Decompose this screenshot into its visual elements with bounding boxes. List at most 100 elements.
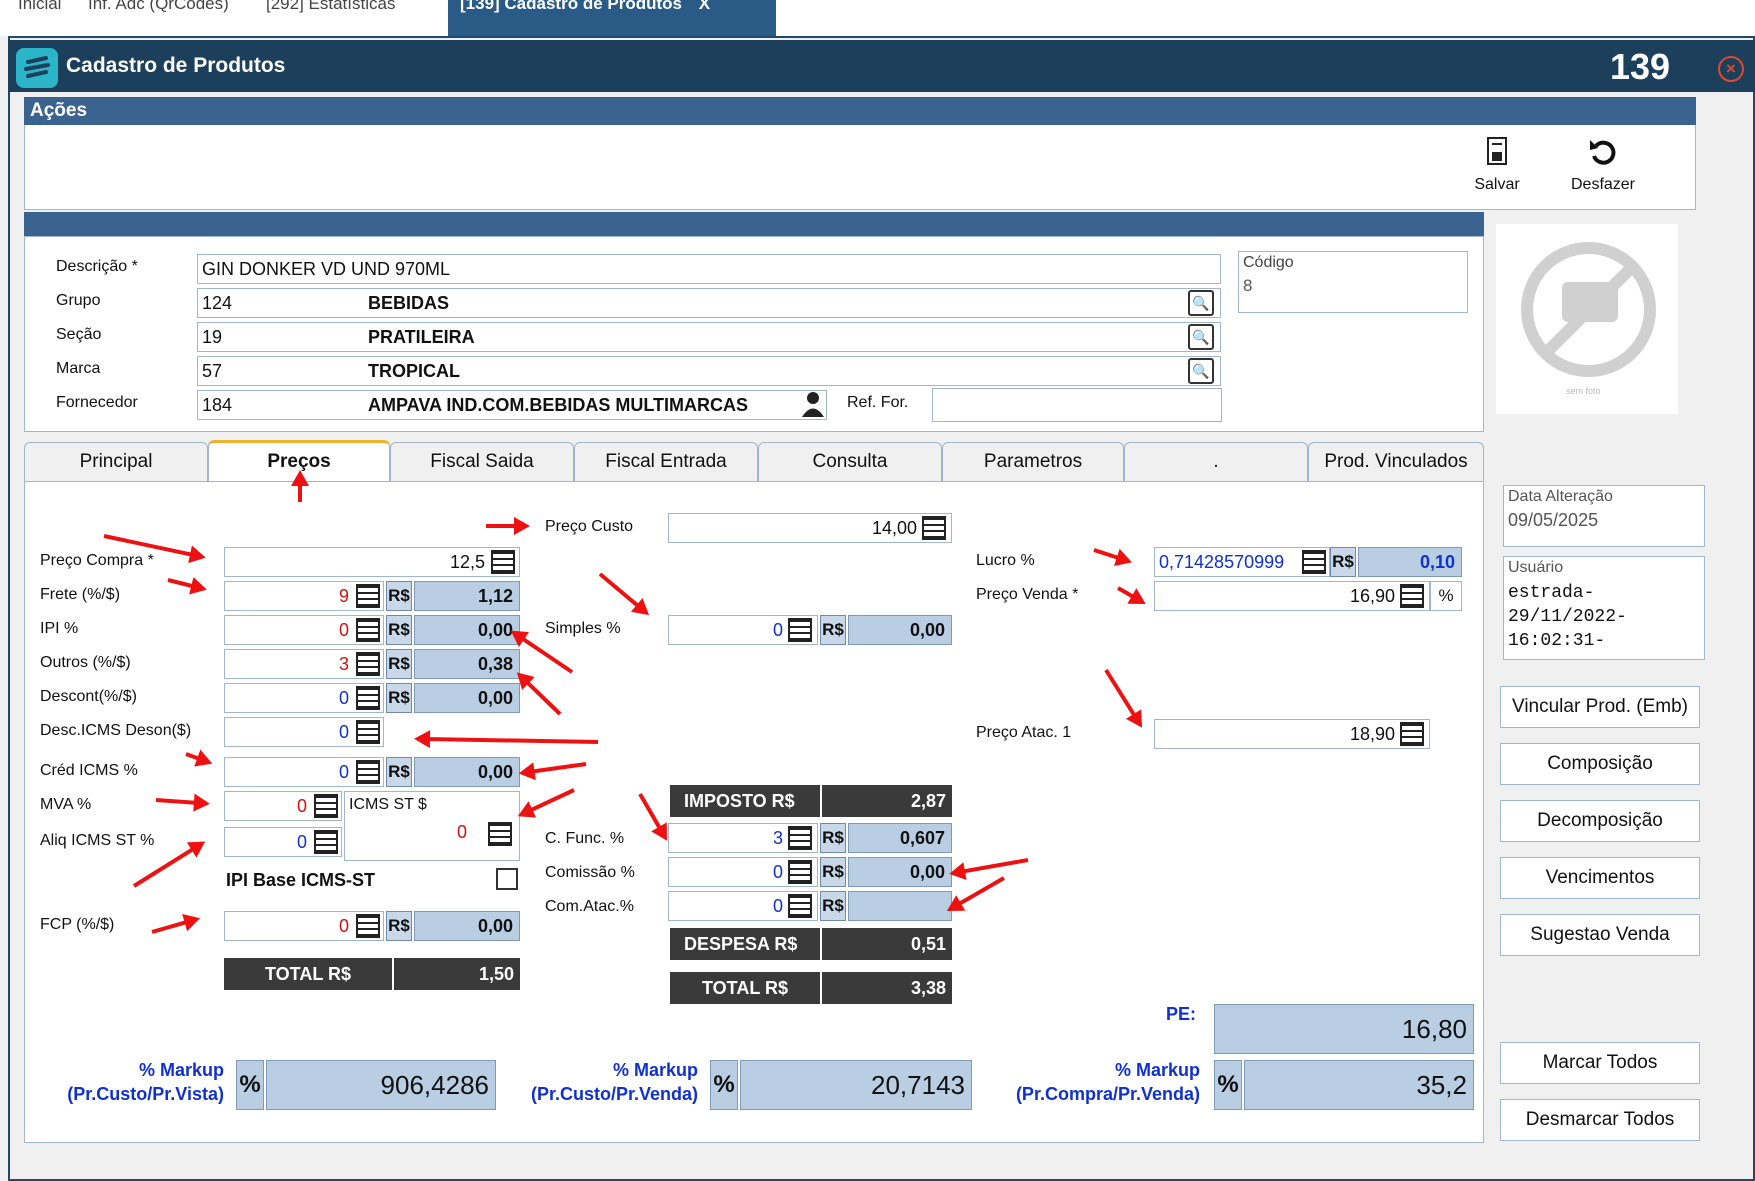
codigo-field: Código 8 [1238,251,1468,313]
ipi-base-icms-st-checkbox[interactable] [496,868,518,890]
markup2-label: % Markup (Pr.Custo/Pr.Venda) [500,1058,698,1106]
calculator-icon[interactable] [356,720,380,744]
tab-prod-vinculados[interactable]: Prod. Vinculados [1308,442,1484,482]
currency-badge: R$ [1330,547,1356,577]
total2-label: TOTAL R$ [670,972,820,1004]
descricao-input[interactable]: GIN DONKER VD UND 970ML [197,254,1221,284]
tab-fiscal-entrada[interactable]: Fiscal Entrada [574,442,758,482]
ipi-base-icms-st-label: IPI Base ICMS-ST [226,870,376,890]
tab-fiscal-saida[interactable]: Fiscal Saida [390,442,574,482]
fcp-label: FCP (%/$) [40,916,115,933]
save-button[interactable]: Salvar [1462,136,1532,194]
top-tab-inicial[interactable]: Inicial [18,0,61,36]
codigo-label: Código [1243,254,1294,271]
window-close-icon[interactable]: × [1718,56,1744,82]
vencimentos-button[interactable]: Vencimentos [1500,857,1700,899]
top-tab-qrcodes[interactable]: Inf. Adc (QrCodes) [88,0,229,36]
undo-button[interactable]: Desfazer [1560,136,1646,194]
top-tab-cadastro-produtos[interactable]: [139] Cadastro de Produtos X [448,0,776,36]
marca-label: Marca [56,360,101,377]
preco-compra-input[interactable]: 12,5 [224,547,520,577]
marca-input[interactable]: 57 TROPICAL [197,356,1221,386]
close-icon[interactable]: X [699,0,710,13]
tab-parametros[interactable]: Parametros [942,442,1124,482]
calculator-icon[interactable] [788,860,812,884]
calculator-icon[interactable] [788,894,812,918]
percent-toggle[interactable]: % [1430,581,1462,611]
frete-value: 1,12 [414,581,520,611]
calculator-icon[interactable] [356,584,380,608]
usuario-line2: 29/11/2022- [1508,607,1627,627]
fornecedor-input[interactable]: 184 AMPAVA IND.COM.BEBIDAS MULTIMARCAS [197,390,827,420]
secao-name: PRATILEIRA [368,327,475,347]
calculator-icon[interactable] [356,652,380,676]
imposto-label: IMPOSTO R$ [670,785,820,817]
usuario-line1: estrada- [1508,583,1595,603]
markup1-value: 906,4286 [266,1060,496,1110]
marca-lookup-icon[interactable]: 🔍 [1188,358,1214,384]
cred-icms-label: Créd ICMS % [40,762,138,779]
calculator-icon[interactable] [922,516,946,540]
decomposicao-button[interactable]: Decomposição [1500,800,1700,842]
marcar-todos-button[interactable]: Marcar Todos [1500,1042,1700,1084]
tab-blank[interactable]: . [1124,442,1308,482]
composicao-button[interactable]: Composição [1500,743,1700,785]
secao-label: Seção [56,326,102,343]
desmarcar-todos-button[interactable]: Desmarcar Todos [1500,1099,1700,1141]
calculator-icon[interactable] [314,830,338,854]
calculator-icon[interactable] [356,618,380,642]
markup1-line2: (Pr.Custo/Pr.Vista) [67,1084,224,1104]
preco-atac-label: Preço Atac. 1 [976,724,1072,741]
pe-label: PE: [1166,1004,1197,1024]
grupo-input[interactable]: 124 BEBIDAS [197,288,1221,318]
calculator-icon[interactable] [788,618,812,642]
secao-input[interactable]: 19 PRATILEIRA [197,322,1221,352]
calculator-icon[interactable] [356,686,380,710]
total-value: 1,50 [392,958,520,990]
calculator-icon[interactable] [788,826,812,850]
tab-consulta[interactable]: Consulta [758,442,942,482]
calculator-icon[interactable] [356,760,380,784]
com-atac-value [848,891,952,921]
preco-custo-input[interactable]: 14,00 [668,513,952,543]
ref-for-label: Ref. For. [847,394,909,411]
icms-st-value[interactable]: 0 [457,822,467,843]
data-alteracao-box: Data Alteração 09/05/2025 [1503,485,1705,547]
lucro-value: 0,10 [1358,547,1462,577]
codigo-value: 8 [1243,276,1253,295]
top-tab-estatisticas[interactable]: [292] Estatísticas [266,0,395,36]
preco-custo-label: Preço Custo [545,518,634,535]
usuario-line3: 16:02:31- [1508,631,1606,651]
calculator-icon[interactable] [1302,550,1326,574]
markup3-line1: % Markup [1114,1060,1200,1080]
save-label: Salvar [1474,176,1520,193]
calculator-icon[interactable] [491,550,515,574]
ref-for-input[interactable] [932,388,1222,422]
tab-principal[interactable]: Principal [24,442,208,482]
simples-value: 0,00 [848,615,952,645]
calculator-icon[interactable] [356,914,380,938]
currency-badge: R$ [386,615,412,645]
preco-atac-input[interactable]: 18,90 [1154,719,1430,749]
descont-label: Descont(%/$) [40,688,137,705]
save-icon [1462,136,1532,176]
desc-icms-label: Desc.ICMS Deson($) [40,722,192,739]
currency-badge: R$ [820,857,846,887]
fornecedor-name: AMPAVA IND.COM.BEBIDAS MULTIMARCAS [368,395,748,415]
calculator-icon[interactable] [314,794,338,818]
sugestao-venda-button[interactable]: Sugestao Venda [1500,914,1700,956]
grupo-label: Grupo [56,292,101,309]
currency-badge: R$ [386,757,412,787]
grupo-lookup-icon[interactable]: 🔍 [1188,290,1214,316]
markup1-line1: % Markup [138,1060,224,1080]
preco-venda-input[interactable]: 16,90 [1154,581,1430,611]
fornecedor-person-icon[interactable] [800,390,826,418]
grupo-name: BEBIDAS [368,293,450,313]
calculator-icon[interactable] [1400,584,1424,608]
secao-lookup-icon[interactable]: 🔍 [1188,324,1214,350]
currency-badge: R$ [386,581,412,611]
com-atac-label: Com.Atac.% [545,898,634,915]
calculator-icon[interactable] [488,822,512,846]
vincular-prod-button[interactable]: Vincular Prod. (Emb) [1500,686,1700,728]
calculator-icon[interactable] [1400,722,1424,746]
